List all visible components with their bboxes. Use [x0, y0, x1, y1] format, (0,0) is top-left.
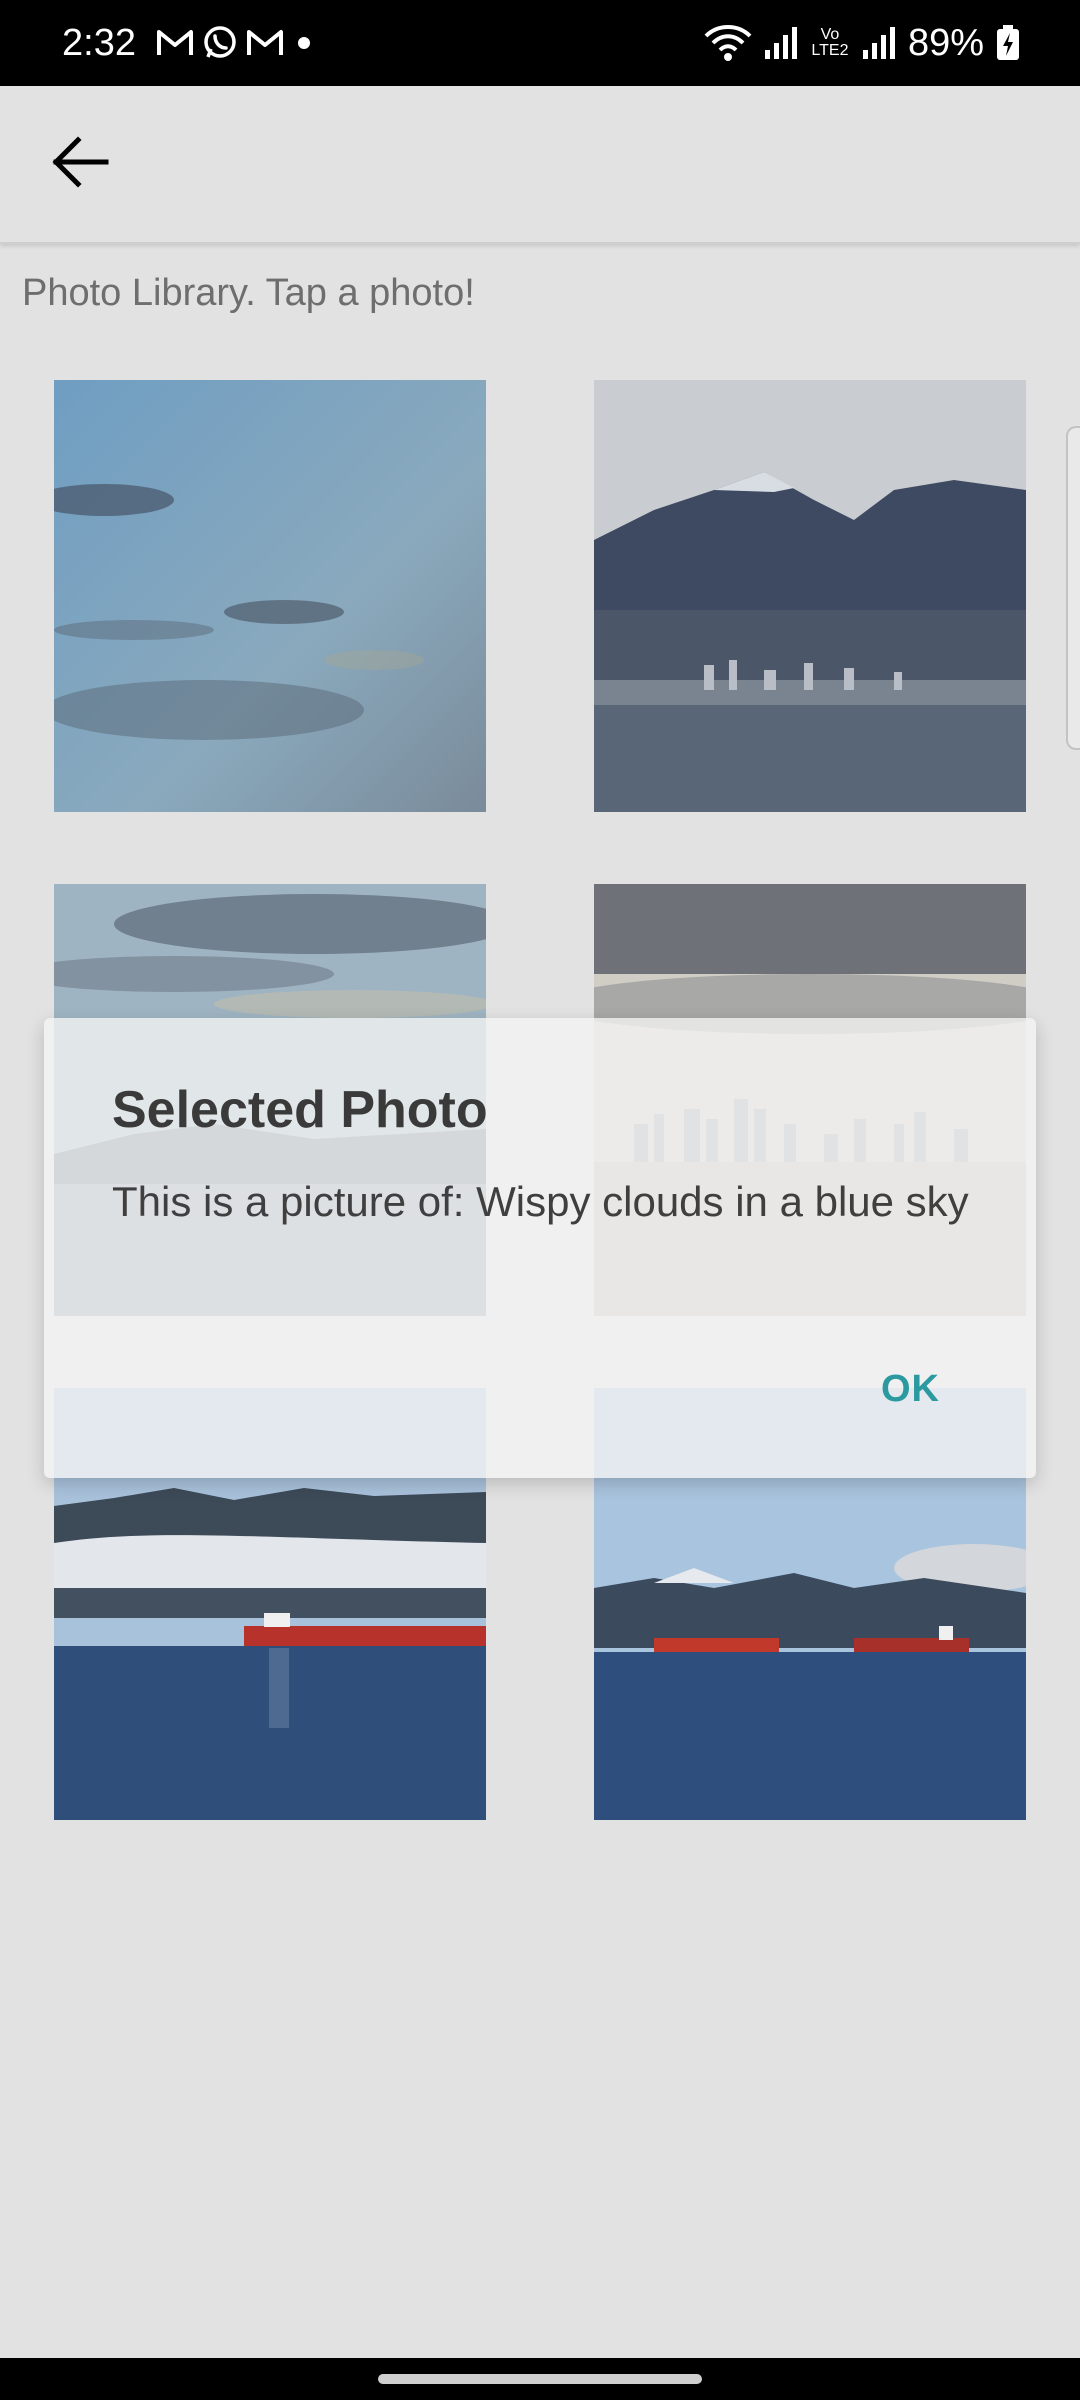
selected-photo-dialog: Selected Photo This is a picture of: Wis… — [44, 1018, 1036, 1478]
wifi-icon — [704, 25, 752, 61]
arrow-left-icon — [52, 136, 109, 188]
status-time: 2:32 — [62, 21, 136, 64]
photo-sky-clouds[interactable] — [54, 380, 486, 812]
dot-icon — [297, 37, 310, 49]
gmail-icon — [156, 30, 193, 55]
photo-mountains-city[interactable] — [594, 380, 1026, 812]
whatsapp-icon — [204, 26, 236, 58]
dialog-message: This is a picture of: Wispy clouds in a … — [112, 1178, 969, 1225]
status-bar: 2:32 Vo LTE2 89% — [0, 0, 1080, 86]
network-label: Vo LTE2 — [811, 26, 849, 59]
status-left: 2:32 — [62, 22, 316, 65]
signal-icon — [764, 27, 797, 59]
ok-button[interactable]: OK — [881, 1368, 940, 1411]
status-right: Vo LTE2 89% — [704, 22, 1020, 65]
home-gesture-handle[interactable] — [378, 2374, 702, 2384]
gmail-icon — [246, 30, 283, 55]
notification-icons — [156, 25, 316, 61]
signal-icon — [862, 27, 895, 59]
scrollbar-thumb[interactable] — [1066, 426, 1080, 750]
back-button[interactable] — [44, 126, 116, 198]
battery-charging-icon — [997, 25, 1019, 60]
app-bar — [0, 86, 1080, 244]
page-hint: Photo Library. Tap a photo! — [22, 272, 475, 314]
navigation-bar — [0, 2358, 1080, 2400]
dialog-title: Selected Photo — [112, 1081, 488, 1139]
battery-percent: 89% — [907, 21, 984, 64]
